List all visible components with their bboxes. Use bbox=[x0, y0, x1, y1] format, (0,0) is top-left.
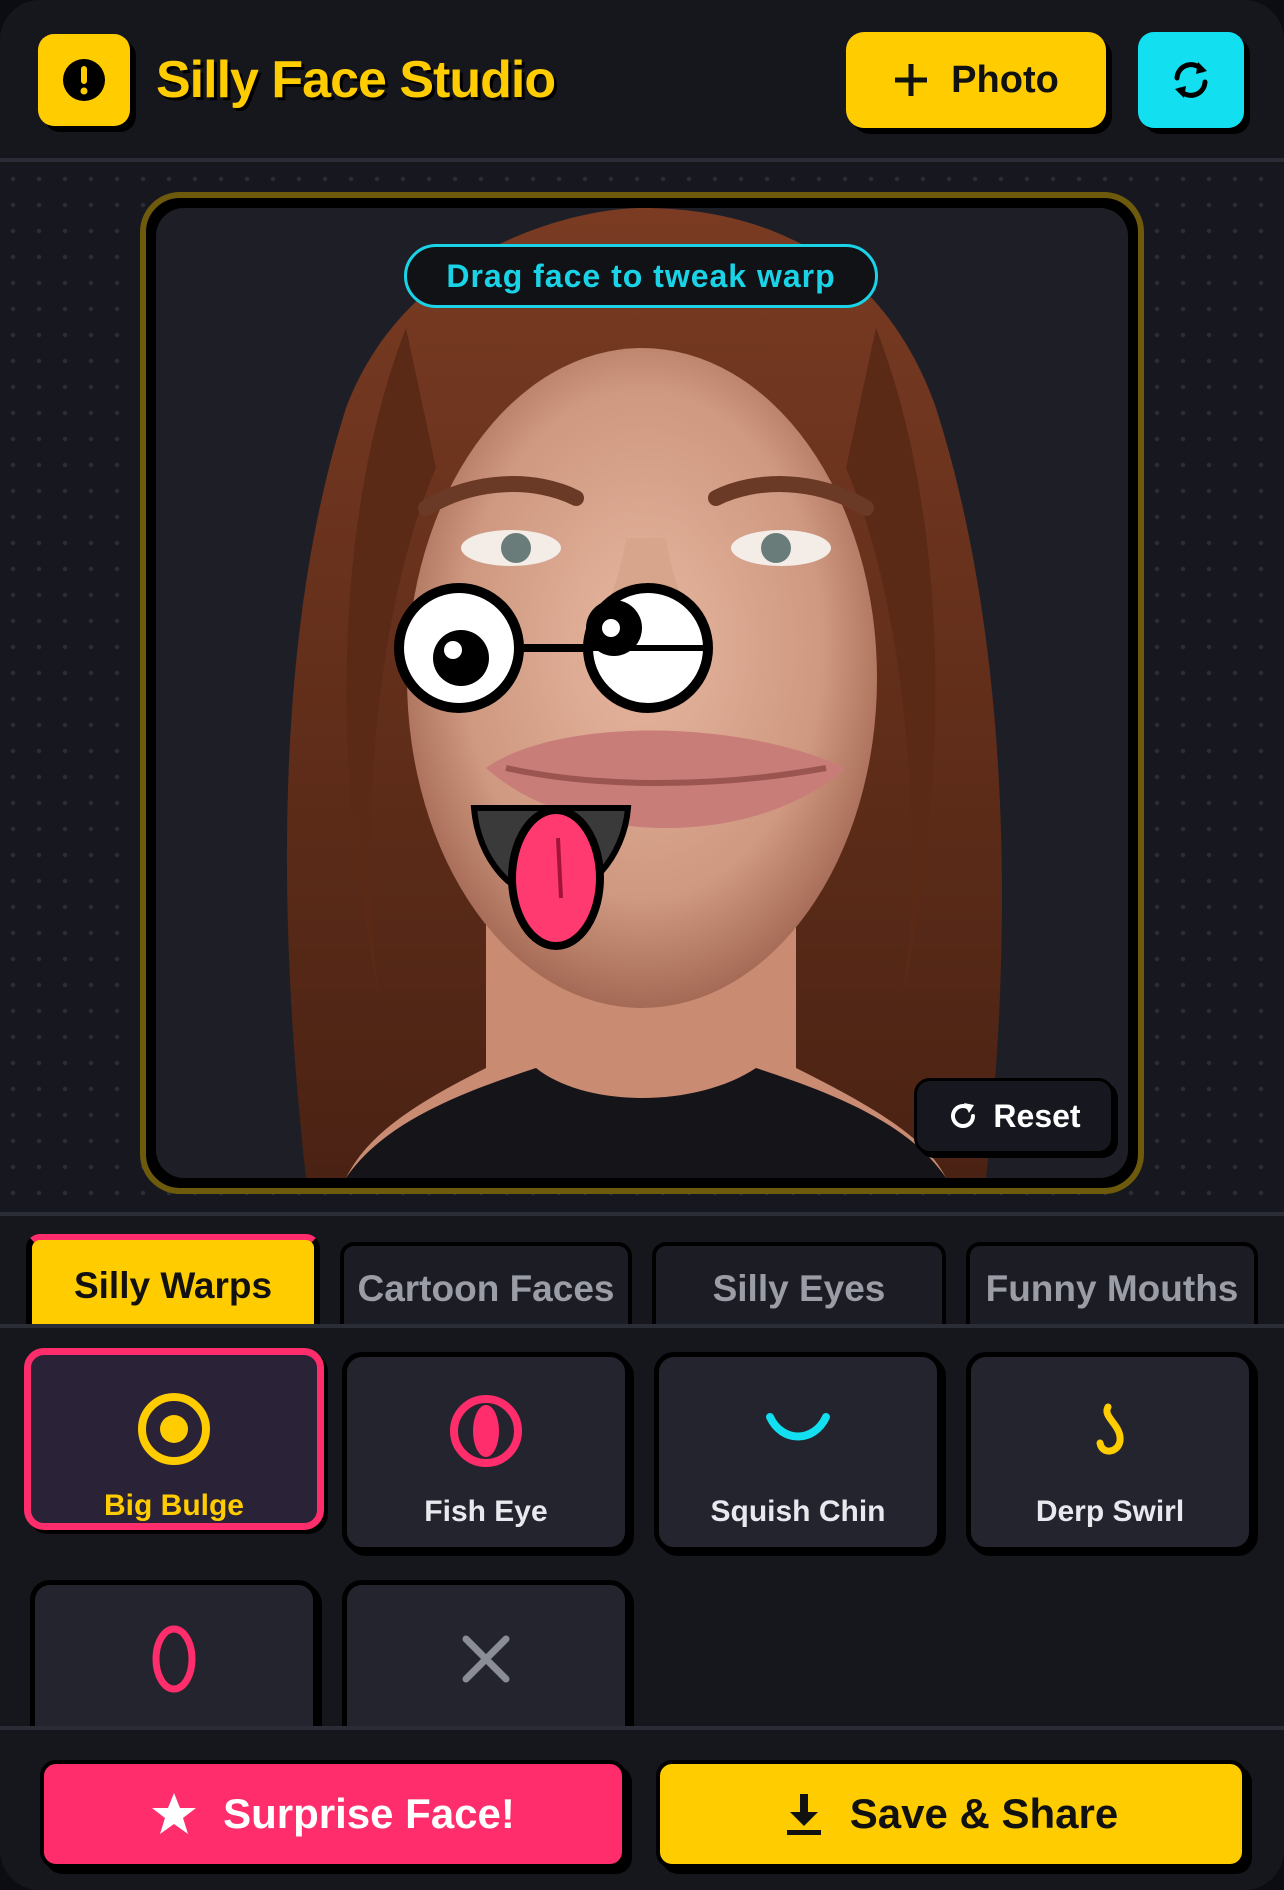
zero-oval-icon bbox=[152, 1625, 196, 1693]
effect-label: Fish Eye bbox=[424, 1495, 548, 1528]
fish-eye-icon bbox=[450, 1395, 522, 1467]
add-photo-label: Photo bbox=[951, 58, 1059, 101]
tab-cartoon-faces[interactable]: Cartoon Faces bbox=[340, 1242, 632, 1332]
bulge-target-icon bbox=[138, 1393, 210, 1465]
swap-camera-icon bbox=[1174, 62, 1208, 98]
tab-label: Silly Eyes bbox=[712, 1268, 886, 1309]
swap-camera-button[interactable] bbox=[1138, 32, 1244, 128]
effect-none[interactable] bbox=[342, 1580, 630, 1728]
smile-curve-icon bbox=[766, 1413, 830, 1441]
tab-funny-mouths[interactable]: Funny Mouths bbox=[966, 1242, 1258, 1332]
effect-derp-swirl[interactable]: Derp Swirl bbox=[966, 1352, 1254, 1552]
bottom-action-bar: Surprise Face! Save & Share bbox=[0, 1726, 1284, 1890]
reset-label: Reset bbox=[993, 1097, 1081, 1134]
surprise-face-button[interactable]: Surprise Face! bbox=[40, 1760, 626, 1868]
effect-label: Derp Swirl bbox=[1035, 1495, 1185, 1528]
face-illustration bbox=[286, 208, 1002, 1178]
alert-circle-icon[interactable] bbox=[38, 34, 130, 126]
reset-button[interactable]: Reset bbox=[914, 1078, 1114, 1154]
effect-label: Big Bulge bbox=[104, 1489, 244, 1522]
photo-frame: Drag face to tweak warp Reset bbox=[140, 192, 1144, 1194]
photo-stage: Drag face to tweak warp Reset bbox=[0, 166, 1284, 1212]
category-tabs: Silly Warps Cartoon Faces Silly Eyes Fun… bbox=[0, 1212, 1284, 1332]
effect-label: Squish Chin bbox=[710, 1495, 886, 1528]
surprise-face-label: Surprise Face! bbox=[223, 1790, 515, 1837]
face-photo[interactable]: Drag face to tweak warp Reset bbox=[156, 208, 1128, 1178]
close-x-icon bbox=[462, 1635, 510, 1683]
star-icon bbox=[152, 1793, 197, 1834]
plus-icon bbox=[895, 64, 928, 96]
effects-grid: Big Bulge Fish Eye Squish Chin Derp Swir… bbox=[0, 1328, 1284, 1728]
app-header: Silly Face Studio Photo bbox=[0, 0, 1284, 162]
app-root: Silly Face Studio Photo Drag face to twe… bbox=[0, 0, 1284, 1890]
tab-label: Silly Warps bbox=[73, 1265, 273, 1306]
swirl-icon bbox=[1096, 1403, 1124, 1455]
tab-label: Funny Mouths bbox=[985, 1268, 1239, 1309]
download-icon bbox=[786, 1794, 821, 1835]
add-photo-button[interactable]: Photo bbox=[846, 32, 1106, 128]
tab-silly-warps[interactable]: Silly Warps bbox=[26, 1234, 320, 1332]
effect-zero-warp[interactable] bbox=[30, 1580, 318, 1728]
effect-big-bulge[interactable]: Big Bulge bbox=[24, 1348, 324, 1530]
drag-hint: Drag face to tweak warp bbox=[404, 244, 878, 308]
tab-silly-eyes[interactable]: Silly Eyes bbox=[652, 1242, 946, 1332]
save-share-button[interactable]: Save & Share bbox=[656, 1760, 1246, 1868]
app-title: Silly Face Studio bbox=[156, 51, 556, 109]
effect-fish-eye[interactable]: Fish Eye bbox=[342, 1352, 630, 1552]
tab-label: Cartoon Faces bbox=[357, 1268, 615, 1309]
rotate-icon bbox=[951, 1103, 976, 1128]
save-share-label: Save & Share bbox=[849, 1790, 1119, 1837]
effect-squish-chin[interactable]: Squish Chin bbox=[654, 1352, 942, 1552]
